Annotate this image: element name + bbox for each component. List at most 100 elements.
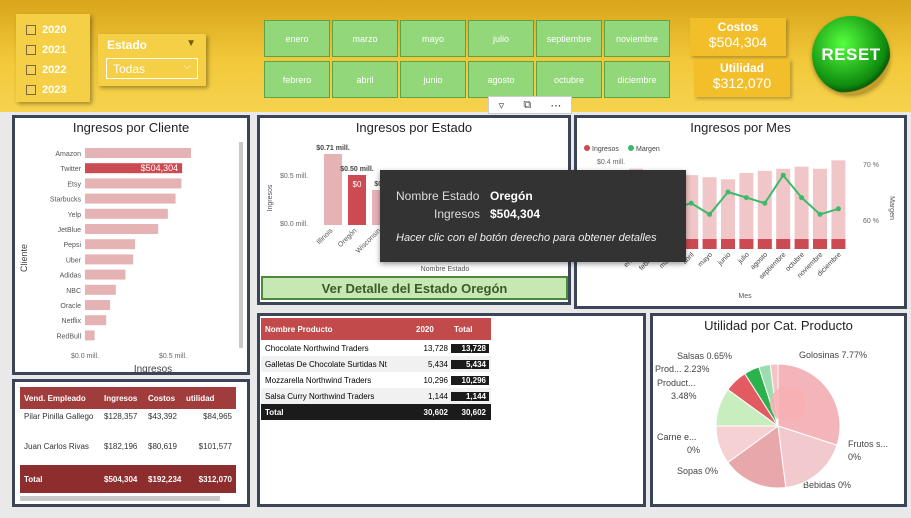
margen-point[interactable] [799,195,805,201]
mes-bar-filtered[interactable] [831,239,846,249]
year-option-2022[interactable]: 2022 [26,60,90,80]
mes-tick-label: mayo [697,251,714,268]
estado-bar-highlight-label: $0 [353,180,362,189]
mes-bar-filtered[interactable] [739,239,754,249]
cliente-tick-label: Starbucks [50,197,82,204]
month-button-marzo[interactable]: marzo [332,20,398,57]
cell-producto: Galletas De Chocolate Surtidas Nt [265,359,387,369]
month-button-julio[interactable]: julio [468,20,534,57]
focus-mode-icon[interactable]: ⧉ [523,99,531,112]
cliente-tick-1: $0.5 mill. [159,353,187,360]
cliente-bar[interactable] [85,224,159,234]
vend-header-costos[interactable]: Costos [146,394,184,403]
vend-header-utilidad[interactable]: utilidad [184,394,236,403]
month-button-febrero[interactable]: febrero [264,61,330,98]
table-row[interactable]: Pilar Pinilla Gallego $128,357 $43,392 $… [20,409,236,439]
cliente-bar[interactable] [85,269,126,280]
mes-bar[interactable] [739,173,754,249]
cell-2020: 1,144 [427,391,448,401]
mes-bar-filtered[interactable] [776,239,791,249]
mes-bar-filtered[interactable] [794,239,809,249]
margen-point[interactable] [688,200,694,206]
month-button-noviembre[interactable]: noviembre [604,20,670,57]
cliente-bar[interactable] [85,178,182,189]
productos-header-2020[interactable]: 2020 [413,325,451,334]
month-button-septiembre[interactable]: septiembre [536,20,602,57]
mes-bar[interactable] [684,175,699,249]
cliente-tick-label: Oracle [60,303,81,310]
more-options-icon[interactable]: ⋯ [550,99,561,112]
mes-bar-filtered[interactable] [702,239,717,249]
year-option-2021[interactable]: 2021 [26,40,90,60]
cliente-ylabel: Cliente [19,244,29,272]
margen-point[interactable] [725,189,731,195]
margen-point[interactable] [835,206,841,212]
cliente-bar[interactable] [85,254,134,265]
margen-point[interactable] [762,200,768,206]
checkbox-icon[interactable] [26,45,36,55]
mes-bar[interactable] [794,166,809,249]
vend-header-ingresos[interactable]: Ingresos [102,394,146,403]
cell-2020: 5,434 [427,359,448,369]
year-option-2023[interactable]: 2023 [26,80,90,100]
mes-bar-filtered[interactable] [757,239,772,249]
productos-header-total[interactable]: Total [451,325,489,334]
table-row[interactable]: Juan Carlos Rivas $182,196 $80,619 $101,… [20,439,236,465]
cliente-bar[interactable] [85,300,111,310]
kpi-costos-label: Costos [717,20,759,34]
table-row[interactable]: Salsa Curry Northwind Traders 1,144 1,14… [261,388,491,404]
cliente-bar[interactable] [85,330,95,341]
year-option-2020[interactable]: 2020 [26,20,90,40]
mes-bar[interactable] [831,160,846,249]
cliente-bar[interactable] [85,193,176,204]
vendedores-scrollbar[interactable] [20,496,220,501]
ver-detalle-button[interactable]: Ver Detalle del Estado Oregón [261,276,568,300]
cliente-tick-label: Amazon [55,151,81,158]
cliente-bar[interactable] [85,148,191,158]
margen-point[interactable] [743,195,749,201]
table-row[interactable]: Mozzarella Northwind Traders 10,296 10,2… [261,372,491,388]
margen-point[interactable] [780,172,786,178]
mes-bar-filtered[interactable] [721,239,735,249]
collapse-chevron-icon[interactable]: ▼ [186,38,196,49]
mes-bar-filtered[interactable] [684,239,699,249]
mes-bar[interactable] [757,170,772,249]
checkbox-icon[interactable] [26,25,36,35]
month-button-diciembre[interactable]: diciembre [604,61,670,98]
filter-icon[interactable]: ▿ [499,99,505,112]
table-row[interactable]: Galletas De Chocolate Surtidas Nt 5,434 … [261,356,491,372]
cliente-bar[interactable] [85,239,136,250]
checkbox-icon[interactable] [26,85,36,95]
cliente-bar[interactable] [85,284,116,295]
cliente-panel: Ingresos por Cliente Cliente Ingresos $0… [12,115,250,375]
reset-button[interactable]: RESET [812,16,890,94]
checkbox-icon[interactable] [26,65,36,75]
cliente-scrollbar[interactable] [239,142,243,348]
cliente-bar[interactable] [85,208,168,219]
pie-label-productos-pct: 3.48% [671,391,697,401]
month-button-abril[interactable]: abril [332,61,398,98]
year-label: 2020 [42,24,67,36]
vend-header-empleado[interactable]: Vend. Empleado [20,394,102,403]
year-slicer: 2020 2021 2022 2023 [16,14,90,102]
month-button-enero[interactable]: enero [264,20,330,57]
tooltip: Nombre Estado Oregón Ingresos $504,304 H… [380,170,686,262]
cell-producto: Mozzarella Northwind Traders [265,375,372,385]
estado-tick-label: Wisconsin [355,227,383,255]
cell-total: 13,728 [451,343,489,353]
estado-bar[interactable] [324,154,342,225]
cliente-bar[interactable] [85,315,107,326]
margen-point[interactable] [817,211,823,217]
month-button-junio[interactable]: junio [400,61,466,98]
productos-header-nombre[interactable]: Nombre Producto [261,325,413,334]
table-row[interactable]: Chocolate Northwind Traders 13,728 13,72… [261,340,491,356]
month-button-mayo[interactable]: mayo [400,20,466,57]
mes-bar-filtered[interactable] [813,239,827,249]
margen-point[interactable] [707,211,713,217]
kpi-utilidad-card: Utilidad $312,070 [694,59,790,97]
pie-inner-slice[interactable] [770,386,806,422]
estado-dropdown[interactable]: Todas ⌵ [106,58,198,79]
cliente-bar-label: $504,304 [141,163,179,173]
month-button-agosto[interactable]: agosto [468,61,534,98]
month-button-octubre[interactable]: octubre [536,61,602,98]
